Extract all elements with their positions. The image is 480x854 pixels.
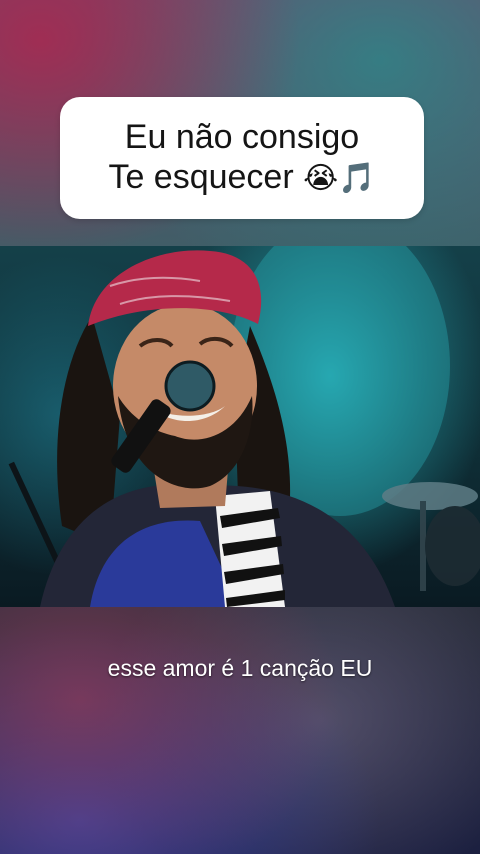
title-line-2: Te esquecer 😭🎵 xyxy=(108,157,375,199)
title-card: Eu não consigo Te esquecer 😭🎵 xyxy=(60,97,424,219)
singer-illustration xyxy=(8,246,480,607)
subtitle-caption: esse amor é 1 canção EU xyxy=(107,655,373,681)
drum-kit xyxy=(382,482,480,591)
video-frame[interactable] xyxy=(0,246,480,607)
crying-face-icon: 😭 xyxy=(303,161,339,196)
story-screen: Eu não consigo Te esquecer 😭🎵 esse amor … xyxy=(0,0,480,854)
title-line-2-text: Te esquecer xyxy=(108,158,294,196)
title-line-1: Eu não consigo xyxy=(124,118,360,156)
music-note-icon: 🎵 xyxy=(338,161,376,196)
